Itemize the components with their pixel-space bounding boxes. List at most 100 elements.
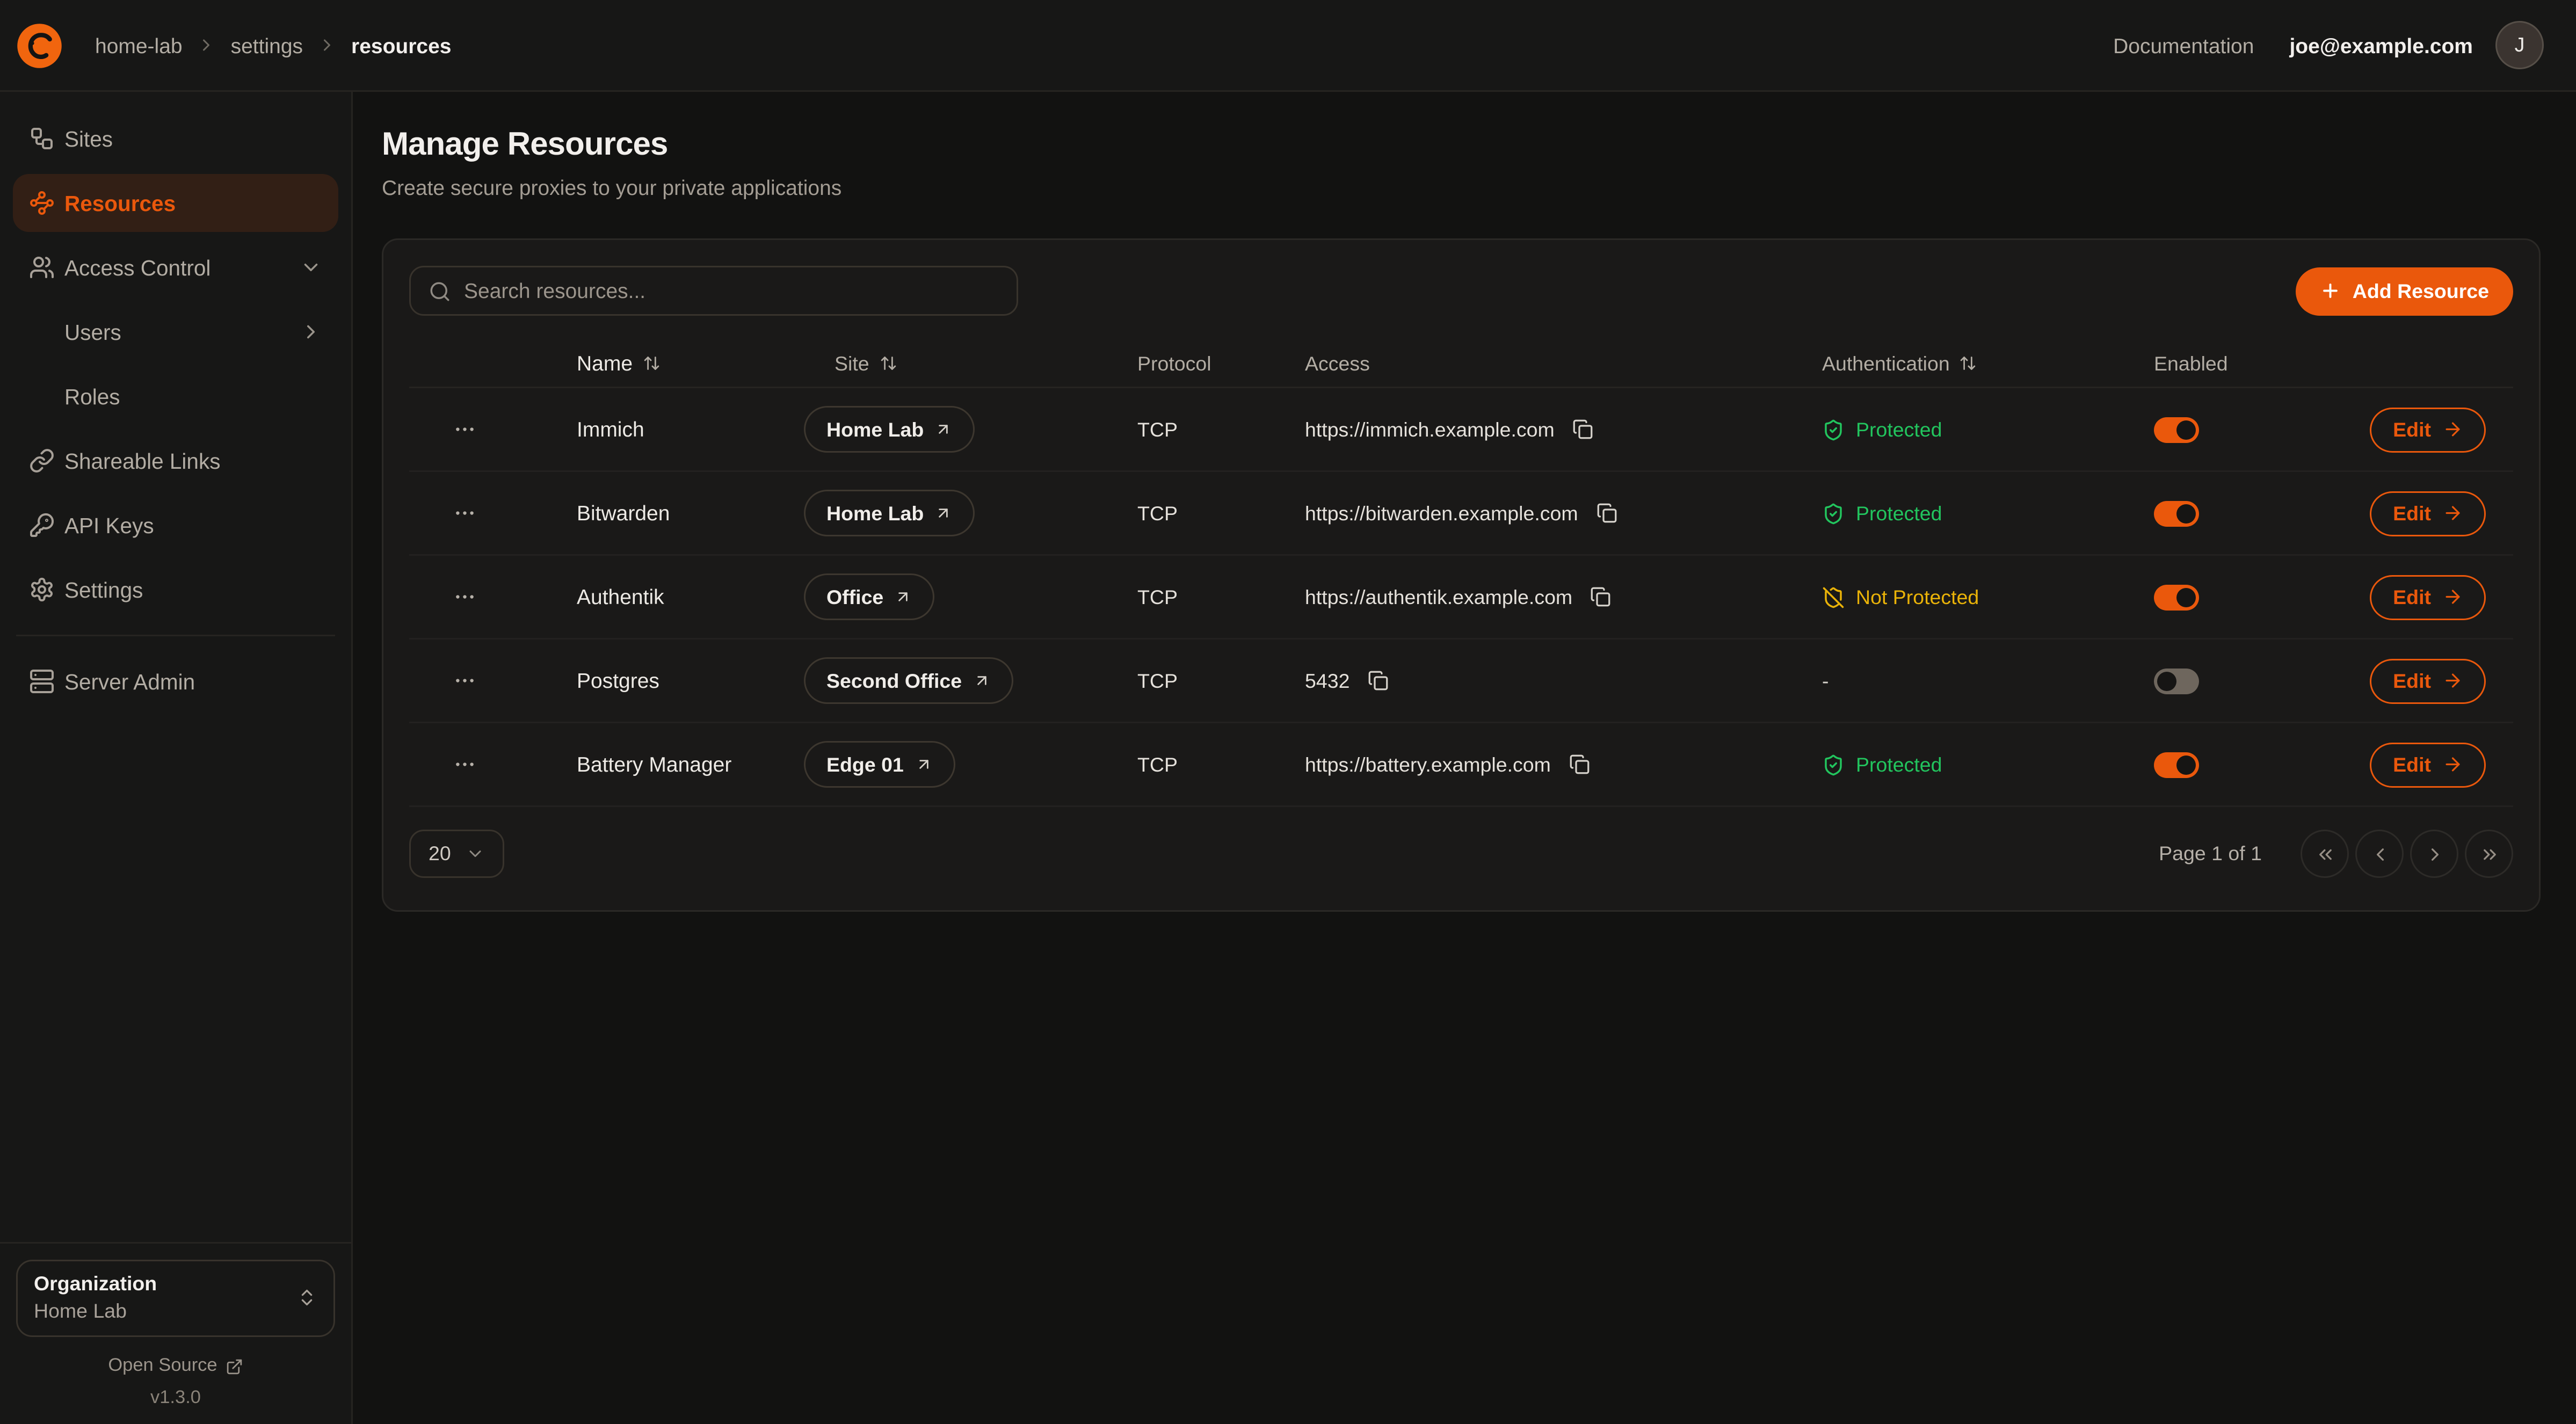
site-link-button[interactable]: Home Lab — [804, 490, 975, 536]
enabled-toggle[interactable] — [2154, 668, 2199, 694]
key-icon — [29, 512, 55, 538]
organization-picker[interactable]: Organization Home Lab — [16, 1260, 335, 1337]
sidebar-item-label: Access Control — [64, 256, 211, 280]
chevrons-right-icon — [2479, 844, 2500, 864]
site-name: Home Lab — [826, 418, 924, 441]
site-link-button[interactable]: Office — [804, 573, 935, 620]
arrow-up-right-icon — [935, 504, 953, 522]
column-header-authentication[interactable]: Authentication — [1822, 352, 2154, 375]
next-page-button[interactable] — [2410, 830, 2458, 878]
users-icon — [29, 255, 55, 280]
auth-status-not-protected: Not Protected — [1822, 586, 1979, 608]
row-actions-menu-button[interactable] — [446, 746, 483, 783]
breadcrumb-settings[interactable]: settings — [231, 33, 303, 57]
open-source-label: Open Source — [108, 1356, 217, 1376]
sidebar-item-sites[interactable]: Sites — [13, 110, 338, 168]
copy-button[interactable] — [1587, 583, 1614, 611]
page-size-select[interactable]: 20 — [409, 830, 504, 878]
access-url: https://authentik.example.com — [1305, 586, 1572, 608]
edit-button[interactable]: Edit — [2370, 491, 2486, 536]
sort-icon — [642, 354, 660, 372]
sidebar-item-server-admin[interactable]: Server Admin — [13, 652, 338, 710]
row-actions-menu-button[interactable] — [446, 495, 483, 532]
copy-button[interactable] — [1565, 751, 1593, 778]
table-header: Name Site Protocol Access Authenticati — [409, 340, 2513, 388]
avatar-initial: J — [2515, 34, 2525, 56]
sidebar-item-resources[interactable]: Resources — [13, 174, 338, 232]
shield-check-icon — [1822, 753, 1845, 776]
sidebar-item-api-keys[interactable]: API Keys — [13, 496, 338, 554]
chevron-right-icon — [300, 321, 322, 343]
breadcrumb-org[interactable]: home-lab — [95, 33, 183, 57]
edit-button[interactable]: Edit — [2370, 742, 2486, 787]
row-actions-menu-button[interactable] — [446, 411, 483, 448]
pangolin-logo-icon[interactable] — [13, 19, 66, 72]
app-root: home-lab settings resources Documentatio… — [0, 0, 2576, 1424]
column-header-name[interactable]: Name — [519, 351, 770, 375]
resource-name: Immich — [519, 417, 770, 441]
chevrons-left-icon — [2314, 844, 2335, 864]
column-header-site[interactable]: Site — [770, 352, 1137, 375]
arrow-right-icon — [2442, 419, 2463, 440]
edit-button[interactable]: Edit — [2370, 575, 2486, 620]
column-header-protocol: Protocol — [1137, 352, 1305, 375]
auth-status-none: - — [1822, 670, 1829, 692]
row-actions-menu-button[interactable] — [446, 662, 483, 699]
edit-button[interactable]: Edit — [2370, 658, 2486, 703]
enabled-toggle[interactable] — [2154, 584, 2199, 610]
sidebar-item-label: Resources — [64, 191, 176, 215]
table-body: Immich Home Lab TCP https://immich.examp… — [409, 388, 2513, 807]
site-link-button[interactable]: Second Office — [804, 657, 1013, 704]
workflow-icon — [29, 126, 55, 151]
pager-buttons — [2301, 830, 2513, 878]
site-name: Edge 01 — [826, 753, 904, 776]
plus-icon — [2320, 280, 2341, 301]
sidebar-item-access-control[interactable]: Access Control — [13, 238, 338, 296]
user-email[interactable]: joe@example.com — [2289, 33, 2473, 57]
site-link-button[interactable]: Edge 01 — [804, 741, 955, 788]
protocol: TCP — [1137, 502, 1305, 525]
protocol: TCP — [1137, 753, 1305, 776]
access-url: https://battery.example.com — [1305, 753, 1551, 776]
enabled-toggle[interactable] — [2154, 500, 2199, 526]
copy-button[interactable] — [1364, 667, 1391, 694]
arrow-right-icon — [2442, 670, 2463, 691]
sidebar-item-roles[interactable]: Roles — [13, 367, 338, 425]
add-resource-button[interactable]: Add Resource — [2296, 267, 2513, 315]
gear-icon — [29, 577, 55, 602]
column-header-enabled: Enabled — [2154, 352, 2376, 375]
site-link-button[interactable]: Home Lab — [804, 406, 975, 453]
link-icon — [29, 448, 55, 474]
copy-button[interactable] — [1569, 416, 1597, 443]
search-input[interactable] — [464, 279, 999, 303]
search-box — [409, 266, 1018, 316]
last-page-button[interactable] — [2465, 830, 2513, 878]
page-subtitle: Create secure proxies to your private ap… — [382, 176, 2541, 200]
site-name: Second Office — [826, 670, 962, 692]
edit-button[interactable]: Edit — [2370, 407, 2486, 452]
table-row: Postgres Second Office TCP 5432 - — [409, 640, 2513, 723]
access-url: https://bitwarden.example.com — [1305, 502, 1578, 525]
ellipsis-icon — [452, 669, 476, 693]
sidebar-item-label: API Keys — [64, 513, 154, 537]
site-name: Home Lab — [826, 502, 924, 525]
arrow-right-icon — [2442, 586, 2463, 607]
first-page-button[interactable] — [2301, 830, 2349, 878]
enabled-toggle[interactable] — [2154, 752, 2199, 778]
avatar[interactable]: J — [2495, 21, 2544, 69]
open-source-link[interactable]: Open Source — [16, 1356, 335, 1376]
sidebar-footer: Organization Home Lab Open Source v1.3.0 — [0, 1242, 351, 1424]
sidebar-item-label: Shareable Links — [64, 449, 220, 473]
documentation-link[interactable]: Documentation — [2113, 33, 2254, 57]
row-actions-menu-button[interactable] — [446, 578, 483, 615]
copy-button[interactable] — [1593, 499, 1620, 527]
breadcrumb-resources[interactable]: resources — [351, 33, 451, 57]
arrow-right-icon — [2442, 754, 2463, 775]
sidebar-item-settings[interactable]: Settings — [13, 561, 338, 619]
site-name: Office — [826, 586, 883, 608]
sidebar-item-shareable-links[interactable]: Shareable Links — [13, 432, 338, 490]
previous-page-button[interactable] — [2355, 830, 2404, 878]
enabled-toggle[interactable] — [2154, 417, 2199, 442]
ellipsis-icon — [452, 417, 476, 441]
sidebar-item-users[interactable]: Users — [13, 303, 338, 361]
